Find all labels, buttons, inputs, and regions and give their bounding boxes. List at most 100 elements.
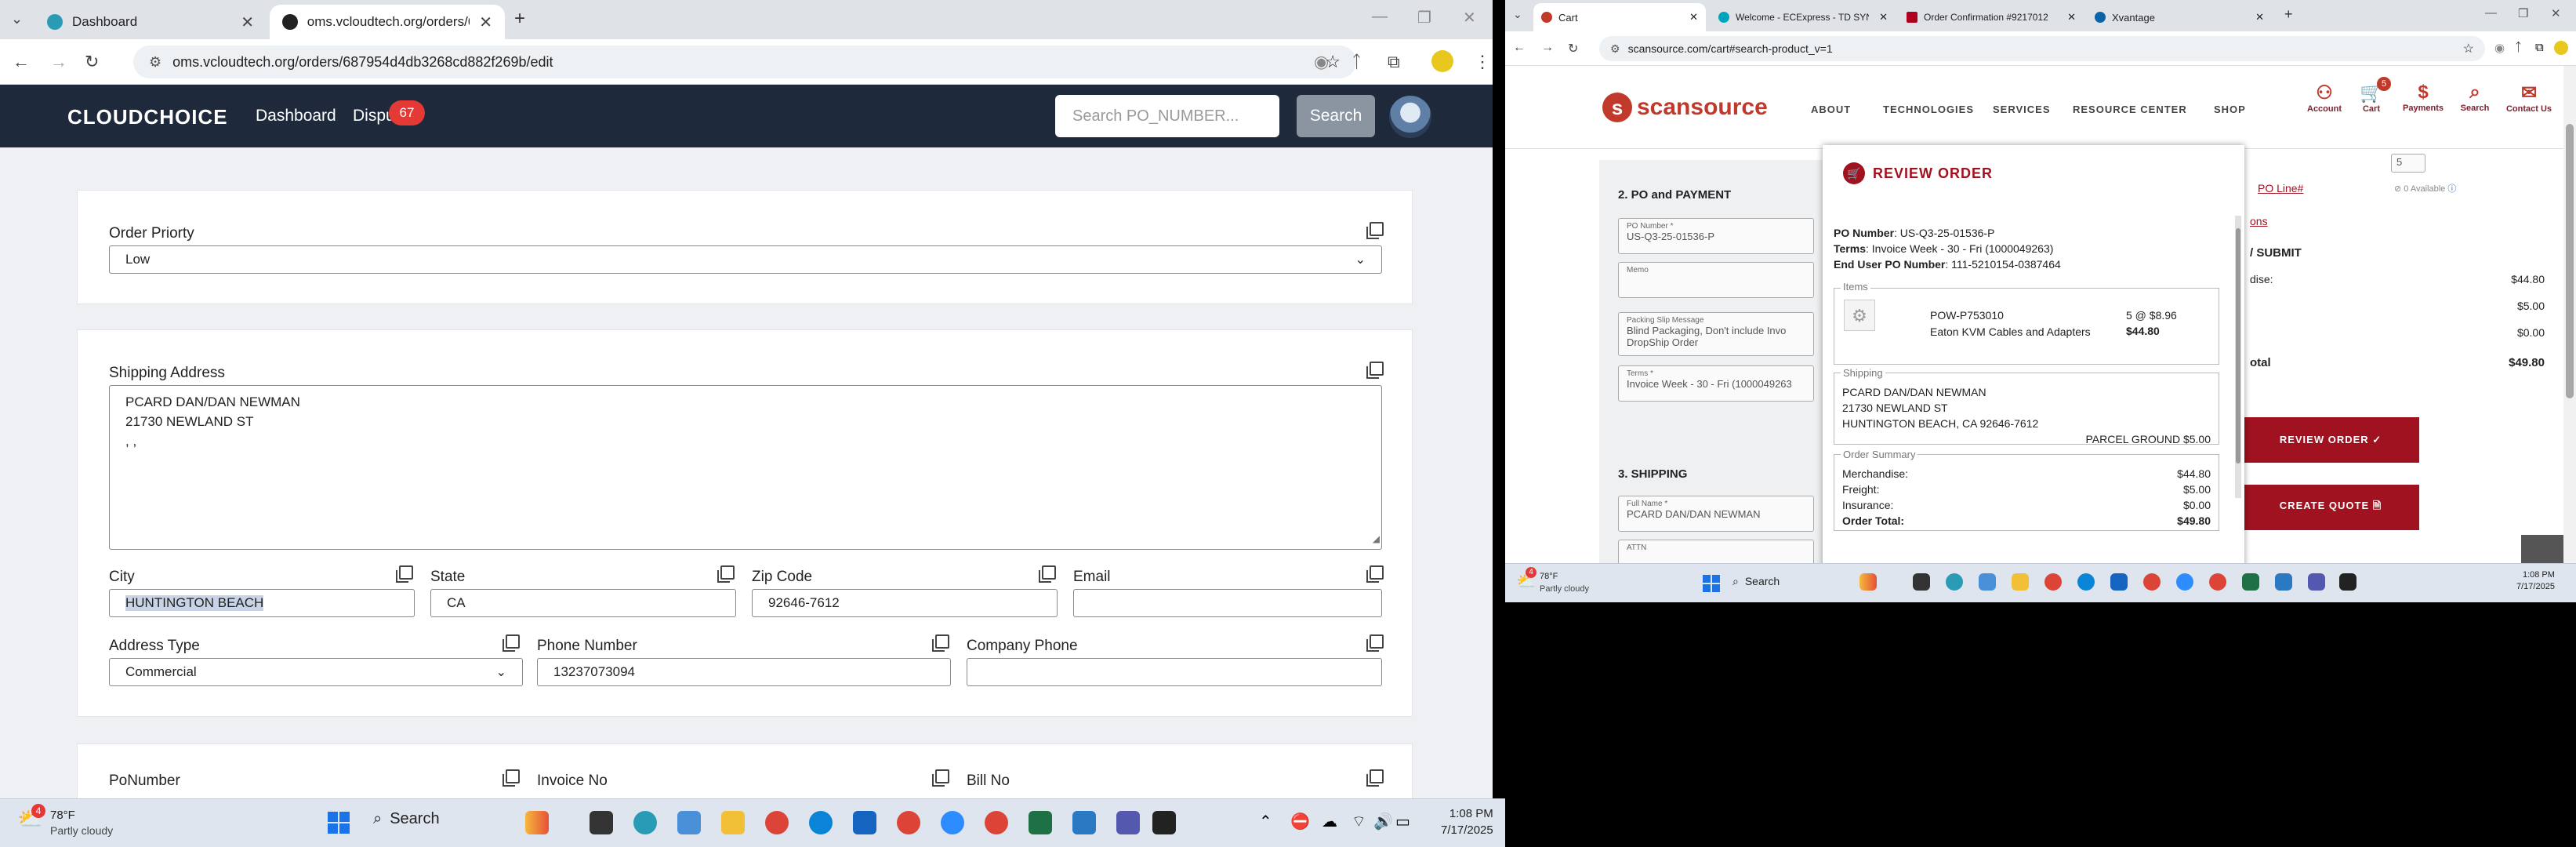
company-phone-input[interactable] bbox=[967, 658, 1382, 686]
nav-shop[interactable]: SHOP bbox=[2214, 104, 2246, 115]
taskbar-chrome-icon[interactable] bbox=[2209, 573, 2226, 591]
extension-icon[interactable]: ◉ bbox=[2494, 41, 2505, 55]
address-type-select[interactable]: Commercial ⌄ bbox=[109, 658, 523, 686]
scrollbar-thumb[interactable] bbox=[2236, 228, 2240, 463]
taskbar-edge-icon[interactable] bbox=[809, 811, 833, 834]
windows-start-icon[interactable] bbox=[1703, 575, 1720, 592]
phone-input[interactable]: 13237073094 bbox=[537, 658, 951, 686]
page-scrollbar[interactable] bbox=[2563, 66, 2576, 565]
copy-icon[interactable] bbox=[1366, 769, 1384, 787]
email-input[interactable] bbox=[1073, 589, 1382, 617]
clock[interactable]: 1:08 PM 7/17/2025 bbox=[1441, 807, 1493, 837]
tab-dashboard[interactable]: Dashboard ✕ bbox=[34, 5, 267, 39]
close-icon[interactable]: ✕ bbox=[1689, 11, 1698, 24]
po-number-field[interactable]: PO Number * US-Q3-25-01536-P bbox=[1618, 218, 1814, 254]
terms-field[interactable]: Terms * Invoice Week - 30 - Fri (10000492… bbox=[1618, 365, 1814, 402]
city-input[interactable]: HUNTINGTON BEACH bbox=[109, 589, 415, 617]
extension-icon[interactable]: ᛏ bbox=[2515, 41, 2522, 54]
taskbar-app-icon[interactable] bbox=[1072, 811, 1096, 834]
bookmark-star-icon[interactable]: ☆ bbox=[2463, 41, 2474, 56]
maximize-icon[interactable]: ❐ bbox=[1417, 8, 1431, 27]
taskbar-excel-icon[interactable] bbox=[1029, 811, 1052, 834]
taskbar-chrome-icon[interactable] bbox=[985, 811, 1008, 834]
profile-avatar[interactable] bbox=[2554, 41, 2568, 55]
back-icon[interactable]: ← bbox=[1513, 41, 1526, 55]
nav-resource-center[interactable]: RESOURCE CENTER bbox=[2073, 104, 2187, 115]
tab-list-icon[interactable]: ⌄ bbox=[1513, 8, 1522, 21]
copy-icon[interactable] bbox=[932, 634, 949, 652]
memo-field[interactable]: Memo bbox=[1618, 262, 1814, 298]
taskbar-calculator-icon[interactable] bbox=[677, 811, 701, 834]
zip-input[interactable]: 92646-7612 bbox=[752, 589, 1058, 617]
order-priority-select[interactable]: Low ⌄ bbox=[109, 245, 1382, 274]
window-close-icon[interactable]: ✕ bbox=[1463, 8, 1476, 27]
profile-avatar[interactable] bbox=[1431, 50, 1453, 72]
maximize-icon[interactable]: ❐ bbox=[2518, 6, 2528, 20]
taskbar-app-icon[interactable] bbox=[1152, 811, 1176, 834]
taskbar-edge-icon[interactable] bbox=[2077, 573, 2095, 591]
qty-input[interactable]: 5 bbox=[2391, 154, 2425, 173]
tab-orders[interactable]: oms.vcloudtech.org/orders/687 ✕ bbox=[270, 5, 505, 39]
copy-icon[interactable] bbox=[1366, 222, 1384, 239]
taskbar-app-icon[interactable] bbox=[1913, 573, 1930, 591]
extensions-puzzle-icon[interactable]: ⧉ bbox=[2535, 41, 2544, 54]
scansource-logo-icon[interactable]: s bbox=[1602, 93, 1632, 122]
taskbar-outlook-icon[interactable] bbox=[853, 811, 876, 834]
taskbar-explorer-icon[interactable] bbox=[721, 811, 745, 834]
taskbar-app-icon[interactable] bbox=[1946, 573, 1963, 591]
wifi-icon[interactable]: ⌔ bbox=[1351, 812, 1366, 831]
close-icon[interactable]: ✕ bbox=[2255, 11, 2264, 24]
volume-icon[interactable]: 🔊 bbox=[1373, 812, 1393, 831]
copy-icon[interactable] bbox=[932, 769, 949, 787]
user-avatar[interactable] bbox=[1389, 96, 1431, 138]
copy-icon[interactable] bbox=[1366, 634, 1384, 652]
taskbar-zoom-icon[interactable] bbox=[2176, 573, 2193, 591]
reload-icon[interactable]: ↻ bbox=[1568, 41, 1578, 56]
info-icon[interactable]: ⓘ bbox=[2447, 184, 2456, 194]
copy-icon[interactable] bbox=[396, 565, 413, 583]
taskbar-chrome-icon[interactable] bbox=[765, 811, 789, 834]
close-icon[interactable]: ✕ bbox=[1879, 11, 1888, 24]
nav-dashboard[interactable]: Dashboard bbox=[256, 107, 336, 125]
tab-list-icon[interactable]: ⌄ bbox=[11, 11, 23, 27]
copy-icon[interactable] bbox=[717, 565, 735, 583]
nav-technologies[interactable]: TECHNOLOGIES bbox=[1883, 104, 1974, 115]
tab-cart[interactable]: Cart ✕ bbox=[1533, 3, 1706, 31]
site-logo[interactable]: scansource bbox=[1637, 94, 1768, 121]
state-input[interactable]: CA bbox=[430, 589, 736, 617]
taskbar-teams-icon[interactable] bbox=[2308, 573, 2325, 591]
fullname-field[interactable]: Full Name * PCARD DAN/DAN NEWMAN bbox=[1618, 496, 1814, 532]
tab-xvantage[interactable]: Xvantage ✕ bbox=[2087, 3, 2272, 31]
taskbar-widget-icon[interactable] bbox=[1859, 573, 1877, 591]
app-logo[interactable]: CLOUDCHOICE bbox=[67, 105, 228, 129]
taskbar-chrome-icon[interactable] bbox=[897, 811, 920, 834]
taskbar-calculator-icon[interactable] bbox=[1979, 573, 1996, 591]
modal-scrollbar[interactable] bbox=[2235, 216, 2241, 498]
copy-icon[interactable] bbox=[1366, 362, 1384, 379]
taskbar-outlook-icon[interactable] bbox=[2110, 573, 2128, 591]
taskbar-app-icon[interactable] bbox=[590, 811, 613, 834]
taskbar-teams-icon[interactable] bbox=[1116, 811, 1140, 834]
search-link[interactable]: ⌕ Search bbox=[2452, 82, 2498, 113]
contact-link[interactable]: ✉ Contact Us bbox=[2496, 82, 2562, 114]
extension-icon[interactable]: ◉ bbox=[1314, 52, 1329, 72]
tray-icon[interactable]: ☁ bbox=[1322, 812, 1337, 831]
copy-icon[interactable] bbox=[1039, 565, 1056, 583]
taskbar-zoom-icon[interactable] bbox=[941, 811, 964, 834]
taskbar-app-icon[interactable] bbox=[633, 811, 657, 834]
minimize-icon[interactable]: — bbox=[2485, 6, 2497, 20]
packing-slip-field[interactable]: Packing Slip Message Blind Packaging, Don… bbox=[1618, 312, 1814, 356]
taskbar-search[interactable]: ⌕ Search bbox=[373, 810, 440, 828]
taskbar-app-icon[interactable] bbox=[2339, 573, 2356, 591]
address-bar[interactable]: ⚙ oms.vcloudtech.org/orders/687954d4db32… bbox=[133, 45, 1356, 78]
reload-icon[interactable]: ↻ bbox=[85, 52, 99, 72]
taskbar-app-icon[interactable] bbox=[2275, 573, 2292, 591]
new-tab-icon[interactable]: + bbox=[514, 8, 525, 30]
window-close-icon[interactable]: ✕ bbox=[2551, 6, 2561, 20]
back-icon[interactable]: ← bbox=[13, 52, 30, 72]
taskbar-chrome-icon[interactable] bbox=[2143, 573, 2161, 591]
account-link[interactable]: ⚇ Account bbox=[2297, 82, 2352, 114]
taskbar-search[interactable]: ⌕ Search bbox=[1732, 575, 1780, 588]
tray-chevron-icon[interactable]: ⌃ bbox=[1259, 812, 1272, 831]
options-link[interactable]: ons bbox=[2250, 215, 2268, 227]
